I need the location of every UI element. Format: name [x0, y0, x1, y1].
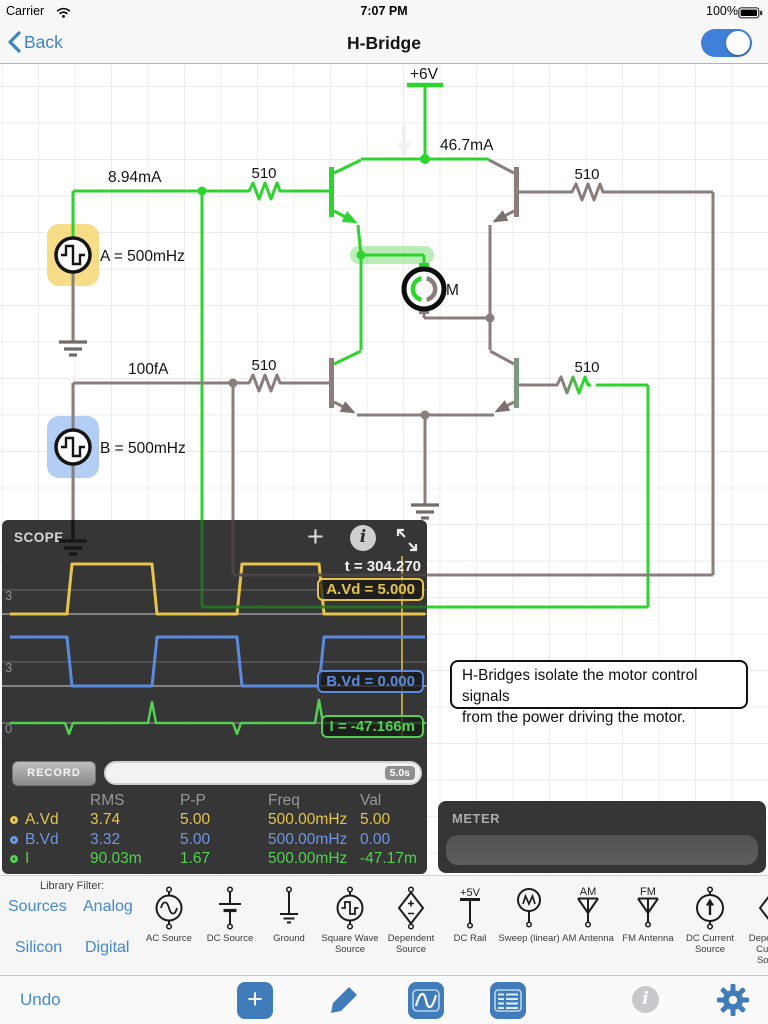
values-list-button[interactable]: [490, 982, 526, 1019]
library-item-square-wave-source[interactable]: Square Wave Source: [318, 885, 382, 955]
navigation-bar: Carrier 7:07 PM 100% Back H-Bridge: [0, 0, 768, 64]
library-item-dependent-current-source[interactable]: Dependent Current Source: [740, 885, 768, 966]
library-item-am-antenna[interactable]: AM AM Antenna: [556, 885, 620, 944]
undo-button[interactable]: Undo: [20, 990, 61, 1010]
page-title: H-Bridge: [0, 33, 768, 54]
ac-source-icon: [146, 885, 192, 931]
trace-color-icon: [10, 816, 18, 824]
battery-icon: [738, 6, 763, 24]
annotation-note[interactable]: H-Bridges isolate the motor control sign…: [450, 660, 748, 709]
svg-text:FM: FM: [640, 886, 656, 898]
sine-wave-icon: [408, 982, 444, 1019]
sweep-icon: [506, 885, 552, 931]
scope-scale-b: 3: [5, 660, 12, 675]
library-filter-label: Library Filter:: [40, 880, 104, 892]
record-button[interactable]: RECORD: [12, 761, 96, 786]
filter-silicon[interactable]: Silicon: [15, 939, 62, 957]
list-icon: [490, 982, 526, 1019]
column-header: Freq: [268, 792, 360, 810]
toggle-knob: [726, 31, 750, 55]
dc-current-source-icon: [687, 885, 733, 931]
scope-title: SCOPE: [14, 530, 64, 545]
library-item-dc-rail[interactable]: +5V DC Rail: [438, 885, 502, 944]
app-window: Carrier 7:07 PM 100% Back H-Bridge: [0, 0, 768, 1024]
edit-pencil-button[interactable]: [328, 984, 360, 1021]
dependent-current-source-icon: [749, 885, 768, 931]
library-item-dependent-source[interactable]: Dependent Source: [379, 885, 443, 955]
pencil-icon: [328, 984, 360, 1016]
settings-gear-button[interactable]: [716, 983, 750, 1022]
scope-measurements-table: RMS P-P Freq Val A.Vd 3.745.00 500.00mHz…: [8, 791, 424, 869]
annotation-line2: from the power driving the motor.: [462, 707, 746, 728]
filter-analog[interactable]: Analog: [83, 898, 133, 916]
annotation-line1: H-Bridges isolate the motor control sign…: [462, 665, 746, 707]
column-header: Val: [360, 792, 424, 810]
add-component-button[interactable]: +: [237, 982, 273, 1019]
meter-display: [446, 835, 758, 865]
ground-icon: [266, 885, 312, 931]
library-item-ac-source[interactable]: AC Source: [137, 885, 201, 944]
trace-color-icon: [10, 836, 18, 844]
library-item-sweep[interactable]: Sweep (linear): [497, 885, 561, 944]
scope-time-readout: t = 304.270: [345, 558, 421, 575]
record-duration-badge: 5.0s: [385, 766, 415, 780]
filter-digital[interactable]: Digital: [85, 939, 129, 957]
battery-percent-label: 100%: [706, 4, 738, 18]
component-library-bar: Library Filter: Sources Analog Silicon D…: [0, 875, 768, 975]
am-antenna-icon: AM: [565, 885, 611, 931]
dependent-source-icon: [388, 885, 434, 931]
clock-label: 7:07 PM: [0, 4, 768, 18]
filter-sources[interactable]: Sources: [8, 898, 67, 916]
trace-color-icon: [10, 855, 18, 863]
info-button[interactable]: i: [632, 986, 659, 1013]
expand-icon[interactable]: [394, 526, 420, 557]
fm-antenna-icon: FM: [625, 885, 671, 931]
bottom-toolbar: Undo + i: [0, 975, 768, 1024]
scope-panel[interactable]: 3 3 0 SCOPE + i t = 304.270 A.Vd = 5.000…: [2, 520, 427, 874]
scope-badge-b[interactable]: B.Vd = 0.000: [317, 670, 424, 693]
square-wave-source-icon: [327, 885, 373, 931]
library-item-dc-source[interactable]: DC Source: [198, 885, 262, 944]
record-progress-bar[interactable]: 5.0s: [104, 761, 422, 785]
scope-add-button[interactable]: +: [307, 521, 324, 554]
library-item-fm-antenna[interactable]: FM FM Antenna: [616, 885, 680, 944]
library-item-ground[interactable]: Ground: [257, 885, 321, 944]
svg-text:AM: AM: [580, 886, 597, 898]
scope-badge-i[interactable]: I = -47.166m: [321, 715, 424, 738]
meter-title: METER: [452, 811, 500, 826]
scope-scale-a: 3: [5, 588, 12, 603]
meter-panel[interactable]: METER: [438, 801, 766, 873]
dc-rail-icon: +5V: [447, 885, 493, 931]
column-header: RMS: [90, 792, 180, 810]
gear-icon: [716, 983, 750, 1017]
library-item-dc-current-source[interactable]: DC Current Source: [678, 885, 742, 955]
scope-view-button[interactable]: [408, 982, 444, 1019]
svg-text:+5V: +5V: [460, 887, 481, 899]
simulation-toggle[interactable]: [701, 29, 752, 57]
info-icon[interactable]: i: [350, 525, 376, 551]
dc-source-icon: [207, 885, 253, 931]
scope-badge-a[interactable]: A.Vd = 5.000: [317, 578, 424, 601]
column-header: P-P: [180, 792, 268, 810]
